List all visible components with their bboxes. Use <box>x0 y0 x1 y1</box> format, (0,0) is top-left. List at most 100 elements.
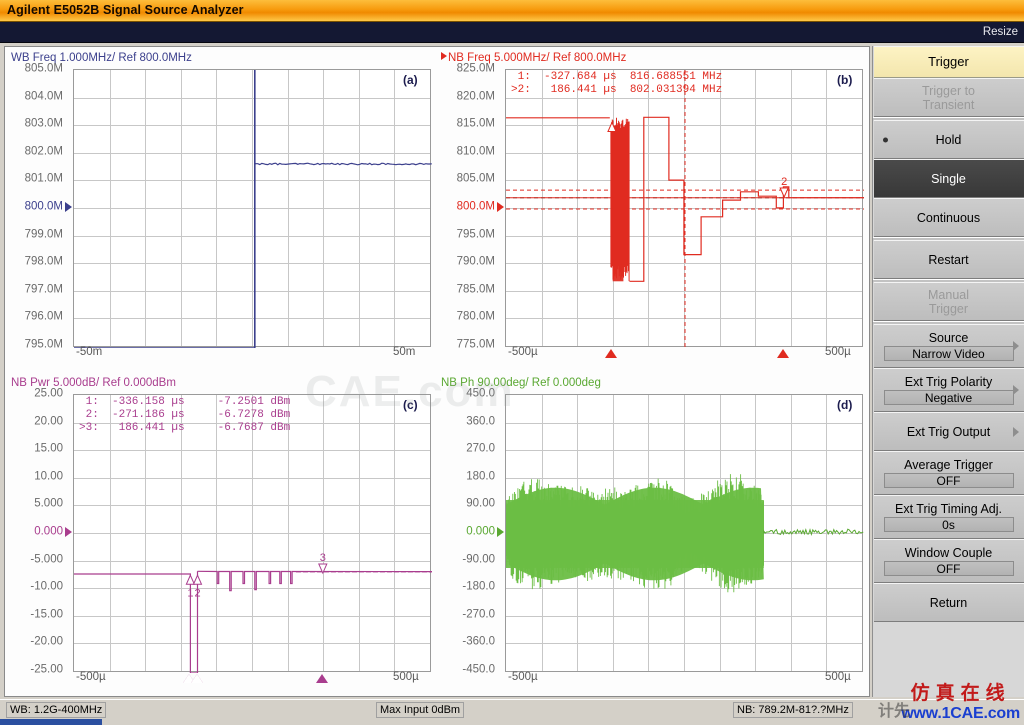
y-axis-tick: 800.0M <box>456 200 495 213</box>
y-axis-tick: 775.0M <box>456 338 495 351</box>
panel-d-title: NB Ph 90.00deg/ Ref 0.000deg <box>441 377 601 389</box>
softkey-label: Manual Trigger <box>928 287 969 316</box>
status-bar: WB: 1.2G-400MHz Max Input 0dBm NB: 789.2… <box>0 699 1024 719</box>
softkey-label: Ext Trig Output <box>906 424 991 439</box>
softkey-ext-trig-output[interactable]: Ext Trig Output <box>873 412 1024 451</box>
y-axis-tick: -180.0 <box>462 580 495 593</box>
softkey-single[interactable]: Single <box>873 159 1024 198</box>
softkey-ext-trig-polarity[interactable]: Ext Trig Polarity Negative <box>873 368 1024 412</box>
y-axis-tick: 799.0M <box>24 228 63 241</box>
softkey-value[interactable]: OFF <box>883 473 1014 488</box>
x-axis-tick-end: 500µ <box>825 346 851 358</box>
status-max-input: Max Input 0dBm <box>376 702 465 718</box>
softkey-label: Ext Trig Timing Adj. <box>895 502 1002 516</box>
y-axis-tick: -15.00 <box>30 608 63 621</box>
softkey-source[interactable]: Source Narrow Video <box>873 324 1024 368</box>
softkey-label: Trigger to Transient <box>921 83 976 112</box>
x-axis-tick-end: 500µ <box>825 671 851 683</box>
graph-area: WB Freq 1.000MHz/ Ref 800.0MHz (a) 805.0… <box>4 46 870 697</box>
softkey-return[interactable]: Return <box>873 583 1024 622</box>
softkey-title: Trigger <box>873 46 1024 78</box>
task-strip-active <box>0 719 102 725</box>
softkey-label: Single <box>931 171 966 186</box>
panel-b[interactable]: NB Freq 5.000MHz/ Ref 800.0MHz 2 (b) 1: … <box>437 47 871 372</box>
x-axis-tick-start: -500µ <box>76 671 106 683</box>
softkey-label: Return <box>929 595 968 610</box>
softkey-label: Continuous <box>916 210 981 225</box>
panel-c-marker-table: 1: -336.158 µs -7.2501 dBm 2: -271.186 µ… <box>79 396 291 434</box>
softkey-value[interactable]: Narrow Video <box>883 346 1014 361</box>
y-axis-tick: 820.0M <box>456 90 495 103</box>
reference-level-marker-icon <box>497 202 504 212</box>
y-axis-tick: 90.00 <box>466 497 495 510</box>
panel-c-letter: (c) <box>403 398 418 412</box>
panel-a[interactable]: WB Freq 1.000MHz/ Ref 800.0MHz (a) 805.0… <box>5 47 437 372</box>
softkey-trigger-to-transient: Trigger to Transient <box>873 78 1024 117</box>
x-axis-tick-end: 500µ <box>393 671 419 683</box>
y-axis-tick: -25.00 <box>30 663 63 676</box>
status-nb: NB: 789.2M-81?.?MHz <box>733 702 853 718</box>
chevron-right-icon <box>1012 426 1019 437</box>
svg-text:2: 2 <box>195 587 201 599</box>
panel-a-letter: (a) <box>403 73 418 87</box>
y-axis-tick: 180.0 <box>466 470 495 483</box>
softkey-label: Ext Trig Polarity <box>904 375 993 389</box>
title-bar: Agilent E5052B Signal Source Analyzer <box>0 0 1024 22</box>
y-axis-tick: 804.0M <box>24 90 63 103</box>
y-axis-tick: 360.0 <box>466 415 495 428</box>
softkey-value[interactable]: Negative <box>883 390 1014 405</box>
x-axis-marker-2-icon <box>190 674 203 683</box>
panel-d-letter: (d) <box>837 398 853 412</box>
softkey-ext-trig-timing-adj[interactable]: Ext Trig Timing Adj. 0s <box>873 495 1024 539</box>
task-strip <box>0 719 1024 725</box>
y-axis-tick: 5.000 <box>34 497 63 510</box>
trace-svg: 2 <box>506 70 864 348</box>
softkey-value[interactable]: 0s <box>883 517 1014 532</box>
softkey-label: Average Trigger <box>904 458 993 472</box>
softkey-continuous[interactable]: Continuous <box>873 198 1024 237</box>
resize-button[interactable]: Resize <box>983 26 1018 38</box>
y-axis-tick: 825.0M <box>456 62 495 75</box>
panel-b-plot[interactable]: 2 <box>505 69 864 348</box>
reference-level-marker-icon <box>65 527 72 537</box>
x-axis-marker-3-icon <box>315 674 328 683</box>
y-axis-tick: 797.0M <box>24 283 63 296</box>
svg-text:1: 1 <box>187 587 193 599</box>
x-axis-marker-1-icon <box>604 349 617 358</box>
y-axis-tick: 803.0M <box>24 117 63 130</box>
softkey-hold[interactable]: Hold <box>873 120 1024 159</box>
panel-d[interactable]: NB Ph 90.00deg/ Ref 0.000deg (d) 450.0 36… <box>437 372 871 698</box>
y-axis-tick: 10.00 <box>34 470 63 483</box>
y-axis-tick: 810.0M <box>456 145 495 158</box>
y-axis-tick: 450.0 <box>466 387 495 400</box>
y-axis-tick: 0.000 <box>466 525 495 538</box>
y-axis-tick: -360.0 <box>462 635 495 648</box>
y-axis-tick: -20.00 <box>30 635 63 648</box>
panel-b-letter: (b) <box>837 73 853 87</box>
y-axis-tick: 805.0M <box>24 62 63 75</box>
panel-a-plot[interactable] <box>73 69 432 348</box>
x-axis-tick-start: -500µ <box>508 671 538 683</box>
y-axis-tick: 270.0 <box>466 442 495 455</box>
panel-c[interactable]: NB Pwr 5.000dB/ Ref 0.000dBm 123 (c) 1: … <box>5 372 437 698</box>
svg-text:3: 3 <box>320 552 326 564</box>
y-axis-tick: 0.000 <box>34 525 63 538</box>
reference-level-marker-icon <box>497 527 504 537</box>
y-axis-tick: 790.0M <box>456 255 495 268</box>
radio-selected-icon <box>882 137 888 142</box>
softkey-restart[interactable]: Restart <box>873 240 1024 279</box>
y-axis-tick: 802.0M <box>24 145 63 158</box>
y-axis-tick: 796.0M <box>24 310 63 323</box>
softkey-label: Window Couple <box>904 546 993 560</box>
y-axis-tick: 800.0M <box>24 200 63 213</box>
panel-d-plot[interactable] <box>505 394 864 672</box>
menu-bar: Resize <box>0 22 1024 43</box>
trace-svg <box>506 474 864 593</box>
softkey-window-couple[interactable]: Window Couple OFF <box>873 539 1024 583</box>
trace-svg: 1 2 3 <box>74 552 432 673</box>
softkey-value[interactable]: OFF <box>883 561 1014 576</box>
softkey-label: Source <box>928 331 969 345</box>
panel-c-plot[interactable]: 12 3 <box>73 394 432 673</box>
softkey-average-trigger[interactable]: Average Trigger OFF <box>873 451 1024 495</box>
softkey-panel[interactable]: Trigger Trigger to Transient Hold Single Cont… <box>872 46 1024 697</box>
